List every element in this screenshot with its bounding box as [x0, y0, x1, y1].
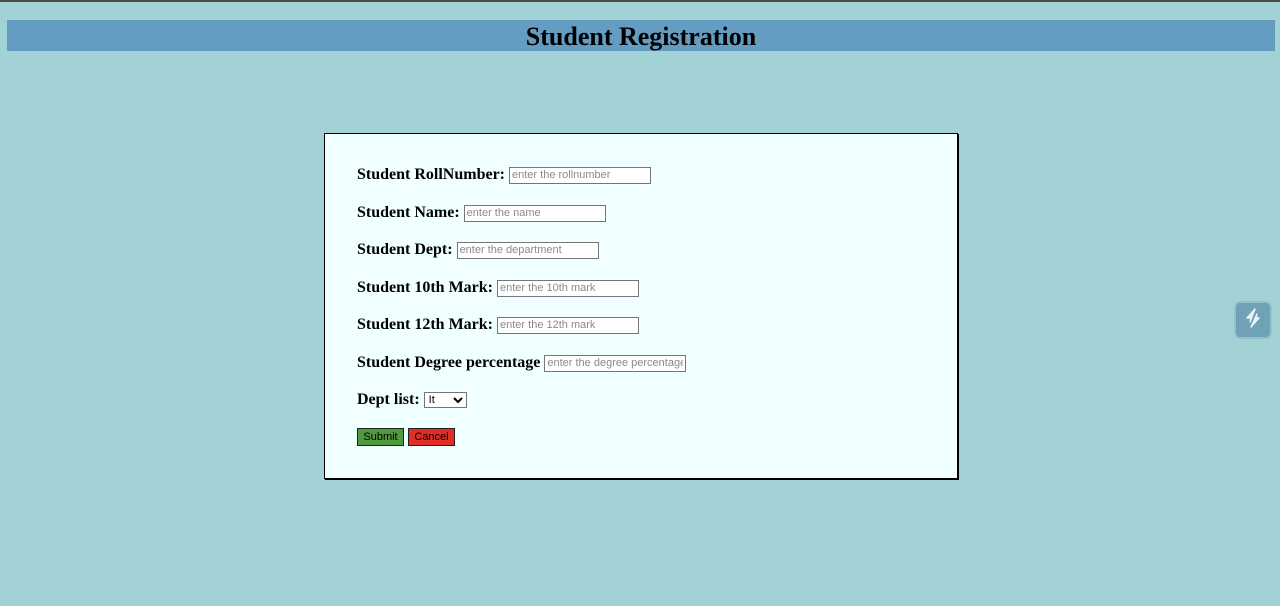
- dept-list-row: Dept list: It: [357, 390, 467, 410]
- registration-form: Student RollNumber: Student Name: Studen…: [324, 133, 958, 479]
- tenth-mark-row: Student 10th Mark:: [357, 278, 640, 298]
- degree-percentage-input[interactable]: [544, 354, 687, 372]
- rollnumber-row: Student RollNumber:: [357, 165, 652, 185]
- tenth-mark-input[interactable]: [497, 279, 640, 297]
- degree-percentage-label: Student Degree percentage: [357, 354, 541, 371]
- page-title: Student Registration: [525, 22, 757, 51]
- dept-list-label: Dept list:: [357, 391, 420, 408]
- tenth-mark-label: Student 10th Mark:: [357, 279, 494, 296]
- button-row: Submit Cancel: [357, 427, 455, 447]
- twelfth-mark-label: Student 12th Mark:: [357, 316, 494, 333]
- dept-label: Student Dept:: [357, 241, 453, 258]
- twelfth-mark-input[interactable]: [497, 316, 640, 334]
- extension-widget-button[interactable]: [1234, 301, 1272, 339]
- cancel-button[interactable]: Cancel: [408, 428, 455, 446]
- dept-list-select[interactable]: It: [423, 392, 467, 408]
- rollnumber-label: Student RollNumber:: [357, 166, 506, 183]
- header-bar: Student Registration: [7, 20, 1275, 51]
- extension-icon: [1241, 306, 1265, 335]
- dept-input[interactable]: [456, 241, 599, 259]
- twelfth-mark-row: Student 12th Mark:: [357, 315, 640, 335]
- dept-row: Student Dept:: [357, 240, 599, 260]
- degree-percentage-row: Student Degree percentage: [357, 353, 687, 373]
- name-label: Student Name:: [357, 204, 460, 221]
- window-top-border: [0, 0, 1280, 2]
- rollnumber-input[interactable]: [509, 166, 652, 184]
- name-row: Student Name:: [357, 203, 606, 223]
- submit-button[interactable]: Submit: [357, 428, 404, 446]
- name-input[interactable]: [463, 204, 606, 222]
